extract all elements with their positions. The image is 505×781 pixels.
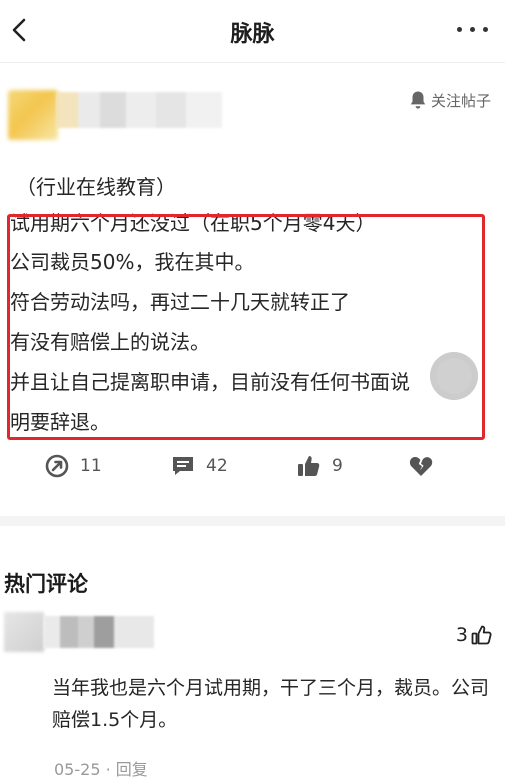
like-button[interactable]: 9 (296, 452, 343, 480)
comment-icon (173, 457, 193, 475)
page-title: 脉脉 (230, 22, 275, 47)
screen: 脉脉 关注帖子 （行业在线教育） 试用期六个月还没过（在职5个月零4天） 公司裁… (0, 0, 505, 781)
comment-like-count: 3 (455, 624, 468, 646)
back-button[interactable] (2, 10, 36, 48)
meta-separator: · (105, 760, 111, 779)
post-line: 公司裁员50%，我在其中。 (10, 250, 255, 274)
more-dot-icon (470, 27, 475, 32)
comment-text: 当年我也是六个月试用期，干了三个月，裁员。公司赔偿1.5个月。 (52, 677, 490, 731)
post-line: 符合劳动法吗，再过二十几天就转正了 (10, 290, 350, 314)
comment-button[interactable]: 42 (170, 452, 228, 480)
thumbs-up-icon (298, 456, 320, 476)
post-line: 试用期六个月还没过（在职5个月零4天） (10, 211, 376, 235)
top-bar: 脉脉 (0, 0, 505, 63)
comment-like-button[interactable]: 3 (456, 624, 493, 646)
share-icon (45, 454, 69, 478)
post-action-bar: 11 42 9 (0, 448, 505, 484)
comment-date: 05-25 (54, 760, 101, 779)
author-avatar[interactable] (8, 90, 58, 140)
follow-post-button[interactable]: 关注帖子 (409, 88, 491, 112)
broken-heart-icon (409, 457, 433, 476)
bell-icon (410, 91, 426, 109)
floating-assist-button[interactable] (430, 352, 478, 400)
more-dot-icon (457, 27, 462, 32)
post-line: 明要辞退。 (10, 410, 110, 434)
share-count: 11 (80, 456, 102, 476)
post-line: 有没有赔偿上的说法。 (10, 330, 210, 354)
share-button[interactable]: 11 (44, 452, 102, 480)
reply-button[interactable]: 回复 (116, 760, 148, 779)
thumbs-up-outline-icon (471, 625, 492, 645)
comment-meta: 05-25 · 回复 (54, 756, 148, 780)
commenter-name-blurred[interactable] (44, 616, 154, 648)
section-divider (0, 516, 505, 526)
hot-comments-title: 热门评论 (4, 572, 88, 596)
dislike-button[interactable] (408, 452, 434, 480)
more-options-button[interactable] (451, 14, 495, 44)
post-line: 并且让自己提离职申请，目前没有任何书面说 (10, 370, 410, 394)
author-name-blurred[interactable] (56, 92, 222, 128)
follow-post-label: 关注帖子 (430, 91, 491, 110)
like-count: 9 (332, 456, 343, 476)
back-arrow-icon (12, 18, 26, 42)
post-body: （行业在线教育） 试用期六个月还没过（在职5个月零4天） 公司裁员50%，我在其… (10, 172, 490, 438)
comment-count: 42 (206, 456, 228, 476)
more-dot-icon (483, 27, 488, 32)
post-line: （行业在线教育） (16, 175, 176, 199)
commenter-avatar[interactable] (4, 612, 44, 652)
